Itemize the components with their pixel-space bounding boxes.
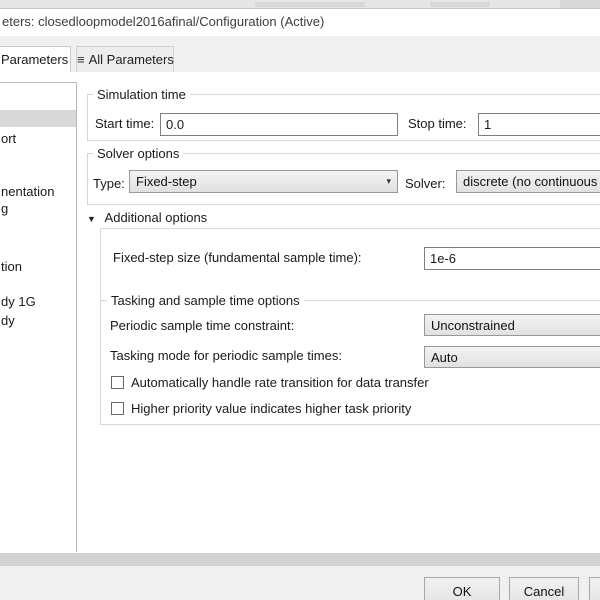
top-window-edge-strip [0, 0, 600, 9]
start-time-input[interactable] [160, 113, 398, 136]
fixed-step-size-label: Fixed-step size (fundamental sample time… [113, 250, 362, 265]
tab-label: Parameters [1, 52, 69, 67]
sidebar-item[interactable]: dy [1, 313, 15, 328]
tab-all-parameters[interactable]: ≡ All Parameters [76, 46, 174, 73]
help-button-partial[interactable] [589, 577, 600, 600]
rate-transition-checkbox[interactable] [111, 376, 124, 389]
start-time-label: Start time: [95, 116, 155, 131]
solver-type-value: Fixed-step [136, 174, 197, 189]
solver-options-group-title: Solver options [93, 146, 184, 161]
tasking-group-title: Tasking and sample time options [107, 293, 304, 308]
tasking-mode-label: Tasking mode for periodic sample times: [110, 348, 342, 363]
sidebar-top-border [0, 82, 77, 83]
solver-label: Solver: [405, 176, 446, 191]
sidebar-divider [76, 82, 77, 552]
sidebar-item[interactable]: g [1, 201, 8, 216]
toolbar-remnant-segment [255, 2, 365, 7]
stop-time-label: Stop time: [408, 116, 467, 131]
higher-priority-label: Higher priority value indicates higher t… [131, 401, 412, 416]
sidebar-item[interactable]: ort [1, 131, 16, 146]
solver-type-label: Type: [93, 176, 125, 191]
ok-button[interactable]: OK [424, 577, 500, 600]
rate-transition-label: Automatically handle rate transition for… [131, 375, 429, 390]
additional-options-title: Additional options [104, 210, 208, 225]
tab-label: All Parameters [88, 52, 174, 67]
triangle-down-icon: ▼ [87, 214, 96, 224]
configuration-parameters-dialog: eters: closedloopmodel2016afinal/Configu… [0, 0, 600, 600]
sidebar-item[interactable]: nentation [1, 184, 55, 199]
tasking-mode-dropdown[interactable]: Auto [424, 346, 600, 368]
periodic-constraint-label: Periodic sample time constraint: [110, 318, 295, 333]
toolbar-remnant-segment [430, 2, 490, 7]
sidebar-item-selected[interactable] [0, 110, 76, 127]
rate-transition-checkbox-row[interactable]: Automatically handle rate transition for… [111, 375, 429, 390]
solver-dropdown[interactable]: discrete (no continuous s [456, 170, 600, 193]
higher-priority-checkbox-row[interactable]: Higher priority value indicates higher t… [111, 401, 411, 416]
tasking-mode-value: Auto [431, 349, 458, 365]
fixed-step-size-input[interactable] [424, 247, 600, 270]
stop-time-input[interactable] [478, 113, 600, 136]
periodic-constraint-value: Unconstrained [431, 317, 515, 333]
additional-options-top-border [100, 228, 600, 229]
higher-priority-checkbox[interactable] [111, 402, 124, 415]
chevron-down-icon: ▾ [386, 176, 391, 186]
solver-value: discrete (no continuous s [463, 174, 600, 189]
dialog-title: eters: closedloopmodel2016afinal/Configu… [2, 14, 325, 29]
list-icon: ≡ [77, 52, 85, 67]
bottom-divider-band [0, 553, 600, 566]
simulation-time-group-title: Simulation time [93, 87, 190, 102]
toolbar-remnant-segment [560, 0, 600, 8]
solver-type-dropdown[interactable]: Fixed-step ▾ [129, 170, 398, 193]
tab-commonly-used-parameters[interactable]: Parameters [0, 46, 71, 72]
sidebar-item[interactable]: dy 1G [1, 294, 36, 309]
cancel-button[interactable]: Cancel [509, 577, 579, 600]
additional-options-header[interactable]: ▼ Additional options [87, 210, 207, 225]
sidebar-item[interactable]: tion [1, 259, 22, 274]
periodic-constraint-dropdown[interactable]: Unconstrained [424, 314, 600, 336]
